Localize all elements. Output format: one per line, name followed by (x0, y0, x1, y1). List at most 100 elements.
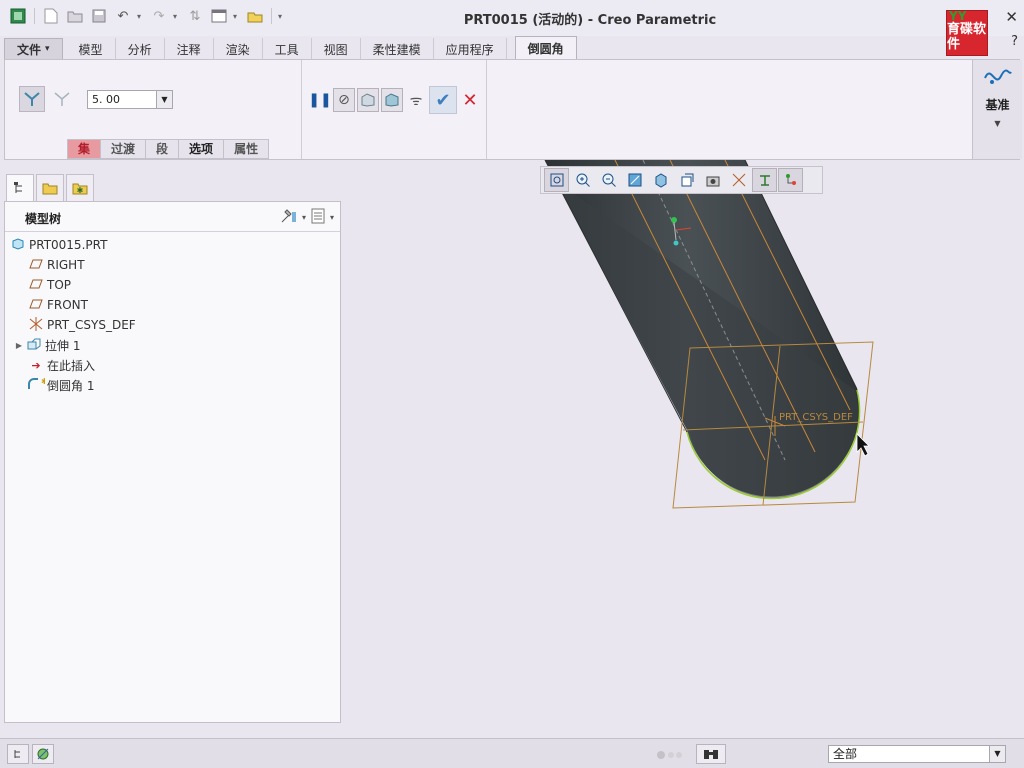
chevron-down-icon: ▼ (994, 119, 1001, 128)
csys-label: PRT_CSYS_DEF (779, 412, 853, 423)
windows-icon[interactable] (209, 6, 229, 26)
no-preview-icon[interactable]: ⊘ (333, 88, 355, 112)
busy-indicator (656, 749, 686, 759)
tree-item-extrude[interactable]: ▶ 拉伸 1 (5, 335, 340, 355)
zoom-out-icon[interactable] (596, 168, 621, 192)
svg-text:✱: ✱ (41, 377, 45, 386)
repaint-icon[interactable] (622, 168, 647, 192)
datum-icon (983, 64, 1013, 92)
customize-toolbar-icon[interactable]: ▾ (278, 12, 286, 21)
tab-flexible-modeling[interactable]: 柔性建模 (361, 38, 434, 60)
redo-dropdown-icon[interactable]: ▾ (173, 12, 181, 21)
subtab-sets[interactable]: 集 (67, 139, 102, 159)
tab-annotate[interactable]: 注释 (165, 38, 214, 60)
view-manager-icon[interactable] (700, 168, 725, 192)
selection-filter-dropdown[interactable]: 全部 ▼ (828, 745, 1006, 763)
zoom-in-icon[interactable] (570, 168, 595, 192)
spin-center-icon[interactable] (778, 168, 803, 192)
tree-item-part[interactable]: PRT0015.PRT (5, 235, 340, 255)
tree-settings-icon[interactable] (280, 208, 298, 227)
tree-settings-dropdown-icon[interactable]: ▾ (302, 213, 306, 222)
model-view[interactable]: PRT_CSYS_DEF (345, 160, 1024, 737)
undo-dropdown-icon[interactable]: ▾ (137, 12, 145, 21)
preview-icon[interactable] (357, 88, 379, 112)
part-icon (9, 237, 27, 253)
full-preview-icon[interactable] (381, 88, 403, 112)
tree-show-icon[interactable] (310, 208, 326, 227)
subtab-pieces[interactable]: 段 (145, 139, 180, 159)
subtab-properties[interactable]: 属性 (223, 139, 270, 159)
navigator-tabs: ✱ (4, 174, 341, 202)
tab-render[interactable]: 渲染 (214, 38, 263, 60)
radius-dropdown-icon[interactable]: ▼ (156, 91, 172, 108)
set-mode-icon[interactable] (19, 86, 45, 112)
datum-plane-icon (27, 299, 45, 312)
tab-file[interactable]: 文件 ▾ (4, 38, 63, 60)
pause-icon[interactable]: ❚❚ (308, 88, 331, 112)
undo-icon[interactable]: ↶ (113, 6, 133, 26)
perspective-icon[interactable] (726, 168, 751, 192)
brand-logo-mark: YY (949, 9, 967, 23)
tree-item-top[interactable]: TOP (5, 275, 340, 295)
tab-analysis[interactable]: 分析 (116, 38, 165, 60)
favorites-tab-icon[interactable]: ✱ (66, 174, 94, 202)
datum-plane-icon (27, 279, 45, 292)
refit-icon[interactable] (544, 168, 569, 192)
tree-show-dropdown-icon[interactable]: ▾ (330, 213, 334, 222)
transition-mode-icon[interactable] (49, 86, 75, 112)
app-icon[interactable] (8, 6, 28, 26)
checkmark-icon[interactable]: ✔ (429, 86, 457, 114)
ribbon-tabs: 文件 ▾ 模型 分析 注释 渲染 工具 视图 柔性建模 应用程序 倒圆角 (0, 36, 1024, 60)
saved-orientations-icon[interactable] (674, 168, 699, 192)
selection-filter-value: 全部 (833, 747, 858, 761)
title-bar: ↶ ▾ ↷ ▾ ⇅ ▾ ▾ PRT0015 (活动的) - Creo Param… (0, 0, 1024, 56)
browser-toggle-icon[interactable] (32, 744, 54, 764)
save-icon[interactable] (89, 6, 109, 26)
close-icon[interactable]: ✕ (459, 88, 481, 112)
display-style-icon[interactable] (648, 168, 673, 192)
regenerate-icon[interactable]: ⇅ (185, 6, 205, 26)
graphics-toolbar (540, 166, 823, 194)
model-tree-tools: ▾ ▾ (280, 208, 334, 227)
tree-item-insert-here[interactable]: ➔ 在此插入 (5, 355, 340, 375)
tab-round[interactable]: 倒圆角 (514, 36, 577, 60)
redo-icon[interactable]: ↷ (149, 6, 169, 26)
close-window-icon[interactable] (245, 6, 265, 26)
model-tree-tab-icon[interactable] (6, 174, 34, 202)
tree-item-csys[interactable]: PRT_CSYS_DEF (5, 315, 340, 335)
chevron-down-icon: ▾ (45, 44, 50, 54)
tree-item-round[interactable]: ✱ 倒圆角 1 (5, 375, 340, 395)
model-tree-list: PRT0015.PRT RIGHT TOP FRONT PRT_CSYS_DEF (5, 232, 340, 395)
chevron-down-icon: ▼ (989, 746, 1005, 762)
find-icon[interactable] (696, 744, 726, 764)
model-tree-panel: 模型树 ▾ ▾ PRT0015.PRT RIGHT TOP FRONT PRT_… (4, 201, 341, 723)
mouse-cursor (856, 433, 870, 457)
folder-browser-tab-icon[interactable] (36, 174, 64, 202)
tab-model[interactable]: 模型 (67, 38, 116, 60)
model-tree-title: 模型树 (25, 212, 62, 226)
tree-item-front[interactable]: FRONT (5, 295, 340, 315)
datum-button[interactable]: 基准 ▼ (972, 60, 1022, 159)
feature-control-strip: ❚❚ ⊘ ᯤ ✔ ✕ (308, 86, 481, 114)
datum-label: 基准 (985, 98, 1010, 112)
round-settings-group: 5. 00 ▼ 集 过渡 段 选项 属性 (5, 60, 302, 159)
navigator-toggle-icon[interactable] (7, 744, 29, 764)
subtab-transitions[interactable]: 过渡 (100, 139, 147, 159)
model-tree-header: 模型树 ▾ ▾ (5, 202, 340, 232)
graphics-window[interactable]: PRT_CSYS_DEF (345, 160, 1024, 737)
expand-arrow-icon[interactable]: ▶ (13, 341, 25, 350)
glasses-icon[interactable]: ᯤ (405, 88, 427, 112)
subtab-options[interactable]: 选项 (178, 139, 225, 159)
tab-view[interactable]: 视图 (312, 38, 361, 60)
open-folder-icon[interactable] (65, 6, 85, 26)
tab-applications[interactable]: 应用程序 (434, 38, 507, 60)
quick-access-toolbar: ↶ ▾ ↷ ▾ ⇅ ▾ ▾ (8, 6, 286, 26)
tree-item-right[interactable]: RIGHT (5, 255, 340, 275)
round-icon: ✱ (27, 377, 48, 394)
new-file-icon[interactable] (41, 6, 61, 26)
tab-tools[interactable]: 工具 (263, 38, 312, 60)
close-icon[interactable]: ✕ (1005, 8, 1018, 26)
ribbon-panel: 5. 00 ▼ 集 过渡 段 选项 属性 ❚❚ ⊘ ᯤ ✔ ✕ 基准 ▼ (4, 59, 1022, 160)
windows-dropdown-icon[interactable]: ▾ (233, 12, 241, 21)
datum-display-icon[interactable] (752, 168, 777, 192)
